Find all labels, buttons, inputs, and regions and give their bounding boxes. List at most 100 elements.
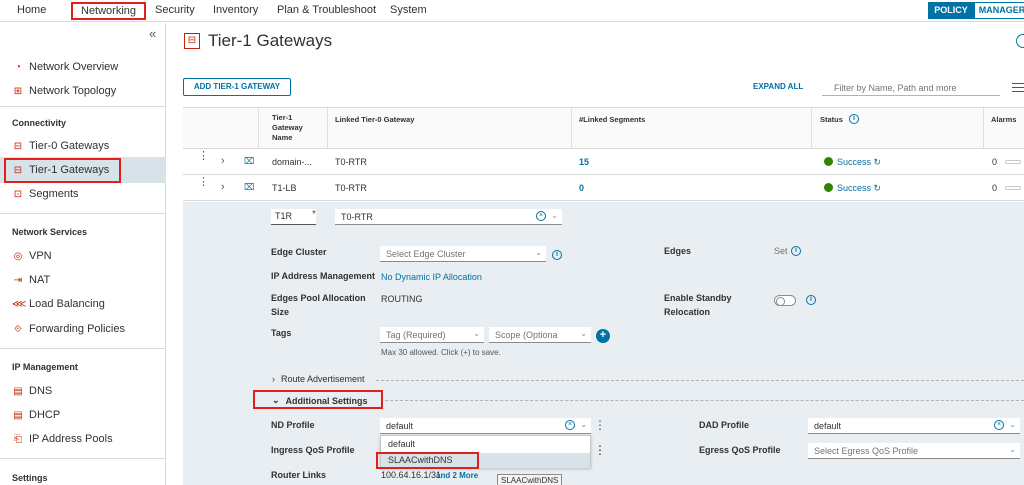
column-divider <box>571 108 572 150</box>
gateway-name[interactable]: domain-... <box>272 157 312 167</box>
highlight-box <box>4 158 121 183</box>
standby-info-icon[interactable]: i <box>806 295 816 305</box>
column-header-alarms[interactable]: Alarms <box>991 115 1016 125</box>
row-actions-icon[interactable]: ⋮ <box>198 151 209 162</box>
add-tag-button[interactable]: + <box>596 329 610 343</box>
clear-icon[interactable]: × <box>994 420 1004 430</box>
nav-tab-system[interactable]: System <box>390 4 427 16</box>
sidebar-item-label: IP Address Pools <box>29 433 113 445</box>
sidebar-item-dns[interactable]: ▤ DNS <box>12 385 52 397</box>
tag-select[interactable]: Tag (Required) ⌄ <box>380 327 484 343</box>
forwarding-icon: ⟐ <box>14 323 22 335</box>
nav-tab-security[interactable]: Security <box>155 4 195 16</box>
linked-t0-gateway: T0-RTR <box>335 157 367 167</box>
ip-pool-icon: ⎗ <box>14 433 22 445</box>
success-status-icon <box>824 183 833 192</box>
sidebar-heading-network-services: Network Services <box>12 227 88 237</box>
nd-profile-select[interactable]: default × ⌄ <box>380 418 591 434</box>
nav-tab-networking[interactable]: Networking <box>71 2 147 20</box>
help-icon[interactable] <box>1016 34 1024 48</box>
status-cell: Success ↻ <box>824 157 881 168</box>
column-header-status[interactable]: Status <box>820 115 843 125</box>
refresh-icon[interactable]: ↻ <box>874 157 882 167</box>
sidebar-item-network-overview[interactable]: ◔ Network Overview <box>12 61 118 73</box>
standby-relocation-toggle[interactable] <box>774 295 796 306</box>
row-actions-icon[interactable]: ⋮ <box>198 177 209 188</box>
ingress-qos-actions-icon[interactable]: ⋮ <box>594 444 606 456</box>
edge-cluster-placeholder: Select Edge Cluster <box>386 249 466 259</box>
policy-mode-button[interactable]: POLICY <box>928 2 974 19</box>
tag-placeholder: Tag (Required) <box>386 330 446 340</box>
sidebar-item-label: NAT <box>29 274 51 286</box>
router-links-value: 100.64.16.1/31 <box>381 470 442 480</box>
clear-icon[interactable]: × <box>565 420 575 430</box>
edge-cluster-info-icon[interactable]: i <box>552 250 562 260</box>
edge-cluster-select[interactable]: Select Edge Cluster ⌄ <box>380 246 546 262</box>
sidebar-divider <box>0 106 166 107</box>
clear-icon[interactable]: × <box>536 211 546 221</box>
gateway-icon: ⊟ <box>13 140 23 152</box>
chevron-down-icon: ⌄ <box>1009 445 1016 454</box>
column-header-linked-segments[interactable]: #Linked Segments <box>579 115 645 125</box>
sidebar-item-network-topology[interactable]: ⊞ Network Topology <box>12 85 116 97</box>
dad-profile-select[interactable]: default × ⌄ <box>808 418 1020 434</box>
status-info-icon[interactable]: i <box>849 114 859 124</box>
nd-profile-actions-icon[interactable]: ⋮ <box>594 419 606 431</box>
sidebar-item-forwarding-policies[interactable]: ⟐ Forwarding Policies <box>12 323 125 335</box>
nav-tab-inventory[interactable]: Inventory <box>213 4 258 16</box>
gateway-name-input[interactable]: T1R <box>271 209 316 225</box>
sidebar-item-vpn[interactable]: ◎ VPN <box>12 250 52 262</box>
expand-row-chevron-icon[interactable]: › <box>221 155 225 167</box>
expand-row-chevron-icon[interactable]: › <box>221 181 225 193</box>
scope-select[interactable]: Scope (Optiona ⌄ <box>489 327 591 343</box>
collapse-sidebar-icon[interactable]: « <box>149 26 156 41</box>
dropdown-option-default[interactable]: default <box>381 437 590 452</box>
expand-all-link[interactable]: EXPAND ALL <box>753 82 803 91</box>
route-advertisement-section[interactable]: › Route Advertisement <box>272 374 365 384</box>
column-header-linked-t0[interactable]: Linked Tier-0 Gateway <box>335 115 414 125</box>
edges-pool-label-size: Size <box>271 307 290 317</box>
chevron-right-icon: › <box>272 374 275 384</box>
sidebar-item-label: Load Balancing <box>29 298 105 310</box>
vpn-icon: ◎ <box>13 250 23 262</box>
linked-segments-count[interactable]: 0 <box>579 183 584 193</box>
sidebar-item-label: Network Overview <box>29 61 119 73</box>
gateway-name[interactable]: T1-LB <box>272 183 297 193</box>
sidebar-item-tier0-gateways[interactable]: ⊟ Tier-0 Gateways <box>12 140 110 152</box>
manager-mode-button[interactable]: MANAGER <box>974 2 1024 19</box>
nd-profile-value: default <box>386 421 414 431</box>
sidebar-item-label: Forwarding Policies <box>29 323 125 335</box>
column-menu-icon[interactable] <box>1012 83 1024 95</box>
alarms-count: 0 <box>992 157 998 167</box>
sidebar-item-label: DNS <box>29 385 53 397</box>
column-divider <box>327 108 328 150</box>
ip-management-link[interactable]: No Dynamic IP Allocation <box>381 272 482 282</box>
sidebar-item-label: DHCP <box>29 409 61 421</box>
filter-input[interactable] <box>822 80 1000 96</box>
linked-segments-count[interactable]: 15 <box>579 157 589 167</box>
refresh-icon[interactable]: ↻ <box>874 183 882 193</box>
edges-value: Set <box>774 246 788 256</box>
edges-info-icon[interactable]: i <box>791 246 801 256</box>
status-cell: Success ↻ <box>824 183 881 194</box>
alarms-bar <box>1005 160 1021 164</box>
nav-tab-plan-troubleshoot[interactable]: Plan & Troubleshoot <box>277 4 376 16</box>
page-title-text: Tier-1 Gateways <box>208 31 333 50</box>
egress-qos-select[interactable]: Select Egress QoS Profile ⌄ <box>808 443 1020 459</box>
sidebar-item-dhcp[interactable]: ▤ DHCP <box>12 409 60 421</box>
linked-t0-select[interactable]: T0-RTR × ⌄ <box>335 209 562 225</box>
sidebar-item-nat[interactable]: ⇥ NAT <box>12 274 50 286</box>
ingress-qos-label: Ingress QoS Profile <box>271 445 355 455</box>
status-text[interactable]: Success <box>837 183 871 193</box>
sidebar-divider <box>0 348 166 349</box>
nav-tab-home[interactable]: Home <box>17 4 46 16</box>
status-text[interactable]: Success <box>837 157 871 167</box>
sidebar-item-segments[interactable]: ⊡ Segments <box>12 188 79 200</box>
router-links-more-link[interactable]: and 2 More <box>436 471 478 480</box>
dns-icon: ▤ <box>13 385 23 397</box>
option-tooltip: SLAACwithDNS <box>497 474 563 485</box>
column-header-name[interactable]: Tier-1 Gateway Name <box>272 113 314 143</box>
sidebar-item-load-balancing[interactable]: ⋘ Load Balancing <box>12 298 105 310</box>
sidebar-item-ip-address-pools[interactable]: ⎗ IP Address Pools <box>12 433 113 445</box>
add-tier1-gateway-button[interactable]: ADD TIER-1 GATEWAY <box>183 78 291 96</box>
